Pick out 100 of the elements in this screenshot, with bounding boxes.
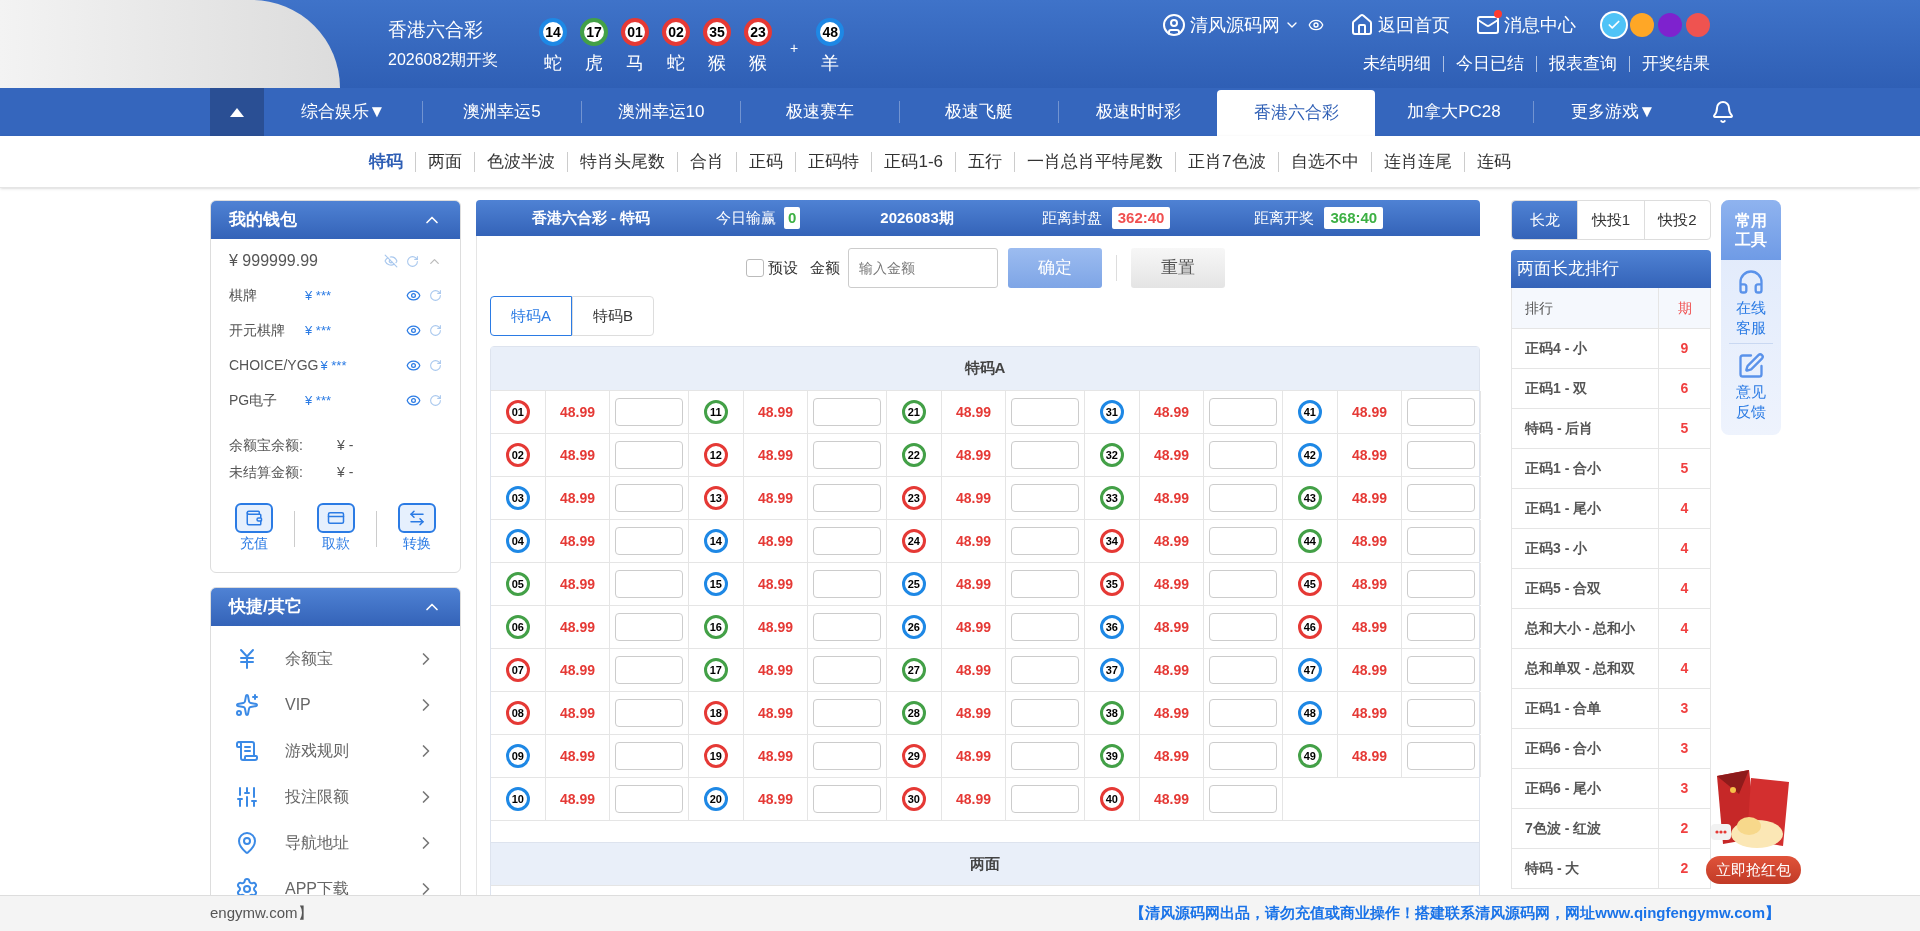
bet-amount-field[interactable]	[1209, 699, 1278, 727]
amount-field[interactable]: 输入金额	[847, 248, 998, 288]
header-link[interactable]: 返回首页	[1350, 11, 1450, 39]
bet-amount-field[interactable]	[1011, 441, 1080, 469]
quick-link[interactable]: VIP	[211, 682, 460, 728]
bet-amount-field[interactable]	[813, 699, 882, 727]
nav-tab[interactable]: 极速赛车	[741, 88, 899, 136]
bet-amount-field[interactable]	[615, 398, 684, 426]
dragon-tab[interactable]: 快投2	[1643, 201, 1710, 239]
bet-amount-field[interactable]	[1011, 742, 1080, 770]
nav-tab[interactable]: 澳洲幸运5	[423, 88, 581, 136]
subnav-tab[interactable]: 连码	[1464, 148, 1523, 175]
grab-packet-button[interactable]: 立即抢红包	[1706, 856, 1801, 884]
subnav-tab[interactable]: 五行	[956, 148, 1015, 175]
bet-amount-field[interactable]	[813, 398, 882, 426]
bet-amount-field[interactable]	[1209, 441, 1278, 469]
tool-link[interactable]: 意见反馈	[1721, 344, 1781, 427]
bet-amount-field[interactable]	[1209, 570, 1278, 598]
quick-link[interactable]: 余额宝	[211, 636, 460, 682]
subnav-tab[interactable]: 连肖连尾	[1371, 148, 1464, 175]
bet-amount-field[interactable]	[1407, 398, 1476, 426]
odds-tab[interactable]: 特码B	[572, 296, 654, 336]
bet-amount-field[interactable]	[813, 527, 882, 555]
bet-amount-field[interactable]	[615, 570, 684, 598]
bet-amount-field[interactable]	[1407, 441, 1476, 469]
odds-tab[interactable]: 特码A	[490, 296, 572, 336]
bet-amount-field[interactable]	[813, 742, 882, 770]
subnav-tab[interactable]: 正码	[737, 148, 796, 175]
subnav-tab[interactable]: 色波半波	[475, 148, 568, 175]
bet-amount-field[interactable]	[1011, 570, 1080, 598]
subnav-tab[interactable]: 正肖7色波	[1176, 148, 1278, 175]
bet-amount-field[interactable]	[1209, 484, 1278, 512]
header-sublink[interactable]: 未结明细	[1363, 50, 1431, 77]
bet-amount-field[interactable]	[1407, 570, 1476, 598]
bet-amount-field[interactable]	[813, 613, 882, 641]
quick-link[interactable]: 游戏规则	[211, 728, 460, 774]
bet-amount-field[interactable]	[1407, 527, 1476, 555]
bet-amount-field[interactable]	[1407, 742, 1476, 770]
nav-tab[interactable]: 综合娱乐▼	[264, 88, 422, 136]
subnav-tab[interactable]: 正码1-6	[872, 148, 956, 175]
bet-amount-field[interactable]	[1407, 613, 1476, 641]
bet-amount-field[interactable]	[1011, 484, 1080, 512]
bet-amount-field[interactable]	[813, 484, 882, 512]
bet-amount-field[interactable]	[615, 742, 684, 770]
subnav-tab[interactable]: 两面	[416, 148, 475, 175]
quick-link[interactable]: 导航地址	[211, 820, 460, 866]
bet-amount-field[interactable]	[1011, 785, 1080, 813]
header-link[interactable]: 消息中心	[1476, 11, 1576, 39]
bet-amount-field[interactable]	[615, 699, 684, 727]
bet-amount-field[interactable]	[813, 785, 882, 813]
bet-amount-field[interactable]	[1209, 398, 1278, 426]
nav-tab[interactable]: 澳洲幸运10	[582, 88, 740, 136]
theme-swatch[interactable]	[1602, 13, 1626, 38]
bet-amount-field[interactable]	[1407, 484, 1476, 512]
header-sublink[interactable]: 报表查询	[1549, 50, 1617, 77]
collapse-button[interactable]	[210, 88, 264, 136]
subnav-tab[interactable]: 特肖头尾数	[568, 148, 678, 175]
user-menu[interactable]: 清风源码网	[1162, 11, 1324, 39]
bet-amount-field[interactable]	[1011, 398, 1080, 426]
bet-amount-field[interactable]	[813, 441, 882, 469]
nav-tab[interactable]: 加拿大PC28	[1375, 88, 1533, 136]
dragon-tab[interactable]: 长龙	[1512, 201, 1578, 239]
bet-amount-field[interactable]	[1011, 656, 1080, 684]
bet-amount-field[interactable]	[1209, 742, 1278, 770]
nav-tab[interactable]: 极速飞艇	[900, 88, 1058, 136]
bet-amount-field[interactable]	[615, 484, 684, 512]
quick-link[interactable]: 投注限额	[211, 774, 460, 820]
nav-tab[interactable]: 更多游戏▼	[1534, 88, 1692, 136]
bet-amount-field[interactable]	[1407, 656, 1476, 684]
bet-amount-field[interactable]	[615, 441, 684, 469]
dragon-tab[interactable]: 快投1	[1577, 201, 1644, 239]
bet-amount-field[interactable]	[615, 656, 684, 684]
bet-amount-field[interactable]	[813, 570, 882, 598]
bet-amount-field[interactable]	[1209, 527, 1278, 555]
theme-swatch[interactable]	[1630, 13, 1654, 38]
bet-amount-field[interactable]	[1407, 699, 1476, 727]
bet-amount-field[interactable]	[1209, 785, 1278, 813]
header-sublink[interactable]: 今日已结	[1456, 50, 1524, 77]
bet-amount-field[interactable]	[615, 785, 684, 813]
subnav-tab[interactable]: 自选不中	[1278, 148, 1371, 175]
bet-amount-field[interactable]	[1011, 613, 1080, 641]
theme-swatch[interactable]	[1658, 13, 1682, 38]
subnav-tab[interactable]: 合肖	[678, 148, 737, 175]
theme-swatch[interactable]	[1686, 13, 1710, 38]
bet-amount-field[interactable]	[1209, 656, 1278, 684]
bet-amount-field[interactable]	[1011, 699, 1080, 727]
header-sublink[interactable]: 开奖结果	[1642, 50, 1710, 77]
reset-button[interactable]: 重置	[1130, 248, 1225, 288]
subnav-tab[interactable]: 一肖总肖平特尾数	[1015, 148, 1176, 175]
subnav-tab[interactable]: 正码特	[796, 148, 872, 175]
subnav-tab[interactable]: 特码	[357, 148, 416, 175]
bet-amount-field[interactable]	[1209, 613, 1278, 641]
nav-tab[interactable]: 香港六合彩	[1217, 90, 1375, 136]
bet-amount-field[interactable]	[615, 527, 684, 555]
bet-amount-field[interactable]	[813, 656, 882, 684]
bet-amount-field[interactable]	[615, 613, 684, 641]
preset-checkbox[interactable]	[745, 259, 764, 277]
nav-tab[interactable]: 极速时时彩	[1059, 88, 1217, 136]
tool-link[interactable]: 在线客服	[1721, 260, 1781, 343]
bet-amount-field[interactable]	[1011, 527, 1080, 555]
